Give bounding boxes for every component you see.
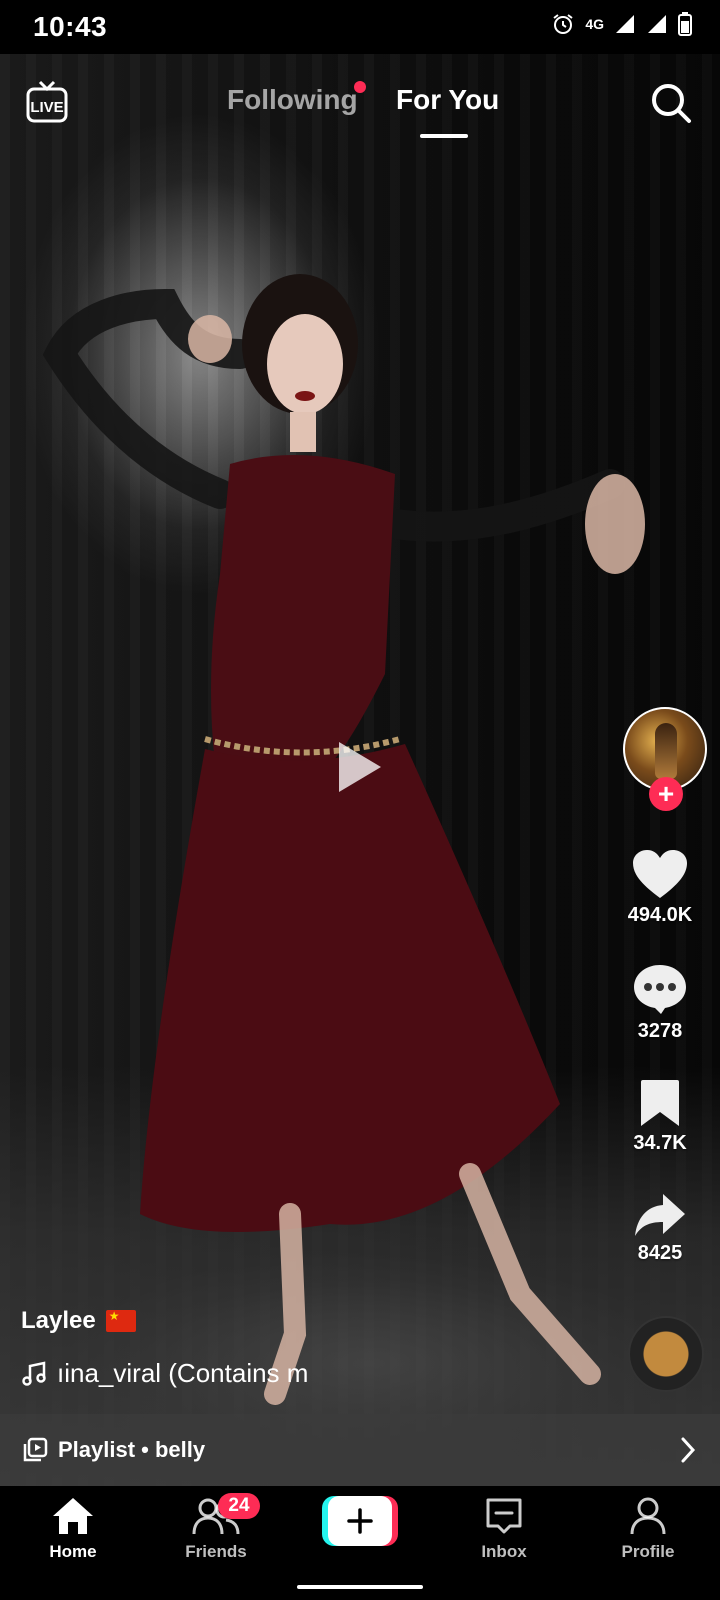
playlist-label: Playlist • belly xyxy=(58,1437,206,1462)
live-label: LIVE xyxy=(30,99,63,116)
music-disc-icon[interactable] xyxy=(628,1316,704,1392)
sound-name[interactable]: ıina_viral (Contains m xyxy=(57,1358,308,1389)
nav-home[interactable]: Home xyxy=(13,1496,133,1562)
profile-icon xyxy=(630,1497,666,1535)
share-count: 8425 xyxy=(637,1242,683,1264)
sound-row[interactable]: ıina_viral (Contains m xyxy=(21,1358,341,1389)
friends-badge: 24 xyxy=(218,1493,260,1519)
home-indicator[interactable] xyxy=(297,1585,423,1589)
playlist-icon xyxy=(23,1437,48,1462)
status-bar: 10:43 4G xyxy=(0,0,720,54)
avatar-image xyxy=(655,723,677,779)
creator-username[interactable]: Laylee xyxy=(21,1307,96,1335)
status-time: 10:43 xyxy=(33,11,108,42)
home-icon xyxy=(53,1498,93,1534)
alarm-icon xyxy=(553,14,573,34)
comment-icon xyxy=(634,965,686,1014)
create-button[interactable] xyxy=(322,1496,398,1546)
bookmark-icon xyxy=(641,1080,679,1126)
share-button[interactable]: 8425 xyxy=(600,1192,720,1265)
play-icon[interactable] xyxy=(335,738,385,796)
follow-button[interactable]: + xyxy=(649,777,683,811)
share-icon xyxy=(635,1194,685,1236)
live-icon[interactable]: LIVE xyxy=(26,80,68,124)
like-button[interactable]: 494.0K xyxy=(600,848,720,927)
signal-icon xyxy=(616,15,634,33)
nav-friends-label: Friends xyxy=(185,1542,247,1561)
nav-friends[interactable]: 24 Friends xyxy=(156,1493,276,1562)
tab-for-you[interactable]: For You xyxy=(396,84,499,116)
chevron-right-icon[interactable] xyxy=(680,1436,696,1464)
following-notification-dot xyxy=(354,81,366,93)
nav-inbox[interactable]: Inbox xyxy=(444,1496,564,1562)
action-rail: + 494.0K 3278 34.7K 8425 xyxy=(600,0,720,1600)
signal-icon xyxy=(648,15,666,33)
nav-profile[interactable]: Profile xyxy=(588,1496,708,1562)
music-note-icon xyxy=(22,1360,46,1386)
save-button[interactable]: 34.7K xyxy=(600,1078,720,1155)
playlist-bar[interactable]: Playlist • belly xyxy=(0,1414,720,1486)
video-caption-username[interactable]: Laylee xyxy=(21,1307,136,1335)
plus-icon xyxy=(347,1508,373,1534)
china-flag-icon xyxy=(105,1309,136,1332)
tab-following[interactable]: Following xyxy=(227,84,358,116)
bottom-nav: Home 24 Friends Inbox Profile xyxy=(0,1486,720,1600)
active-tab-indicator xyxy=(420,134,468,138)
status-icons: 4G xyxy=(551,12,692,36)
create-button-face xyxy=(328,1496,392,1546)
save-count: 34.7K xyxy=(633,1132,687,1154)
nav-profile-label: Profile xyxy=(621,1542,675,1561)
nav-home-label: Home xyxy=(49,1542,97,1561)
heart-icon xyxy=(633,850,687,898)
comment-button[interactable]: 3278 xyxy=(600,962,720,1043)
network-4g-icon: 4G xyxy=(585,16,604,32)
inbox-icon xyxy=(486,1498,522,1534)
like-count: 494.0K xyxy=(627,904,693,926)
comment-count: 3278 xyxy=(637,1020,683,1042)
battery-icon xyxy=(678,12,692,36)
nav-inbox-label: Inbox xyxy=(481,1542,527,1561)
